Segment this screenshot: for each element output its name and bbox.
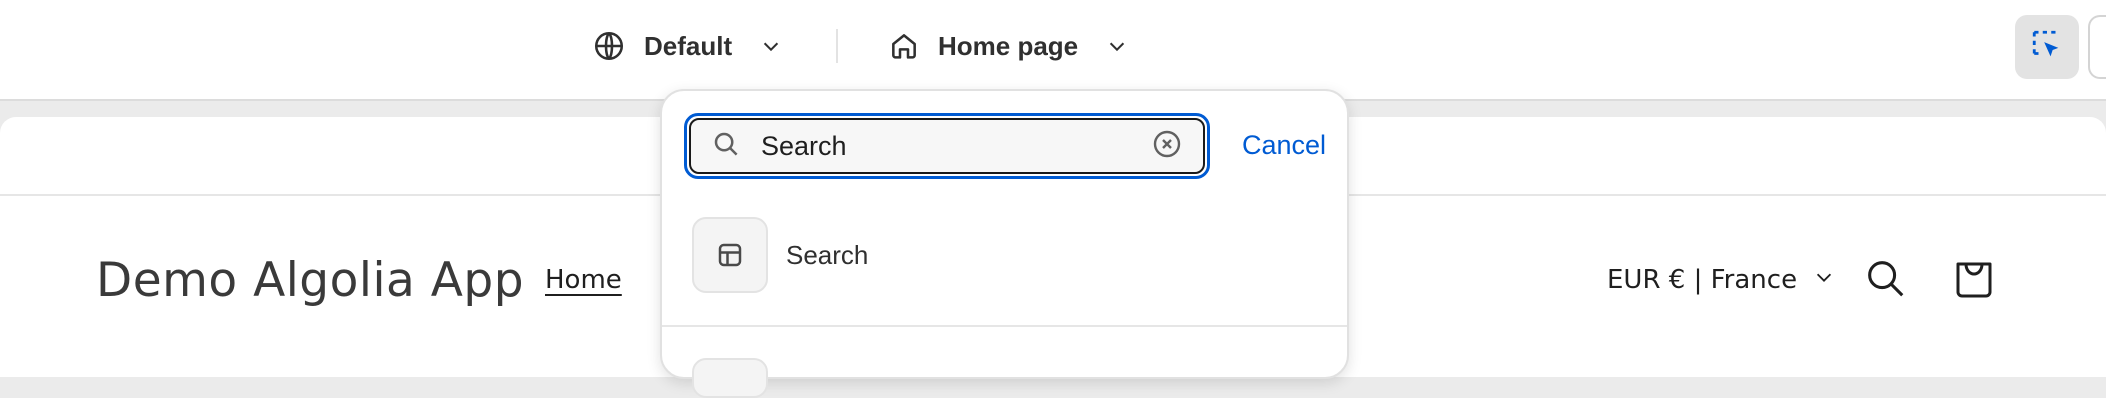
home-icon bbox=[888, 30, 920, 62]
page-selector[interactable]: Home page bbox=[888, 24, 1128, 68]
search-field-inner bbox=[689, 118, 1205, 174]
nav-link-home[interactable]: Home bbox=[545, 265, 622, 295]
divider bbox=[662, 325, 1347, 327]
list-item-label: Search bbox=[786, 239, 869, 270]
market-selector[interactable]: Default bbox=[592, 24, 782, 68]
template-icon bbox=[692, 217, 768, 293]
currency-selector[interactable]: EUR € | France bbox=[1607, 265, 1835, 295]
toolbar-button[interactable] bbox=[2088, 15, 2106, 79]
search-field bbox=[684, 113, 1210, 179]
cancel-button[interactable]: Cancel bbox=[1242, 130, 1326, 161]
divider bbox=[836, 29, 838, 63]
currency-label: EUR € | France bbox=[1607, 265, 1798, 295]
search-icon[interactable] bbox=[1862, 255, 1908, 306]
search-input[interactable] bbox=[761, 130, 1151, 162]
globe-icon bbox=[592, 29, 626, 63]
list-item[interactable]: Search bbox=[692, 217, 868, 293]
inspector-button[interactable] bbox=[2015, 15, 2079, 79]
page-selector-label: Home page bbox=[938, 30, 1079, 61]
chevron-down-icon bbox=[1106, 35, 1128, 57]
editor-topbar: Default Home page bbox=[0, 0, 2106, 101]
chevron-down-icon bbox=[760, 35, 782, 57]
list-item-icon bbox=[692, 358, 768, 398]
store-title[interactable]: Demo Algolia App bbox=[96, 253, 524, 308]
cart-icon[interactable] bbox=[1950, 253, 1998, 308]
inspector-select-icon bbox=[2030, 28, 2064, 67]
page-search-popover: Cancel Search bbox=[660, 89, 1349, 398]
chevron-down-icon bbox=[1813, 265, 1835, 295]
search-icon bbox=[711, 129, 741, 164]
clear-icon[interactable] bbox=[1151, 128, 1183, 165]
market-selector-label: Default bbox=[644, 30, 733, 61]
